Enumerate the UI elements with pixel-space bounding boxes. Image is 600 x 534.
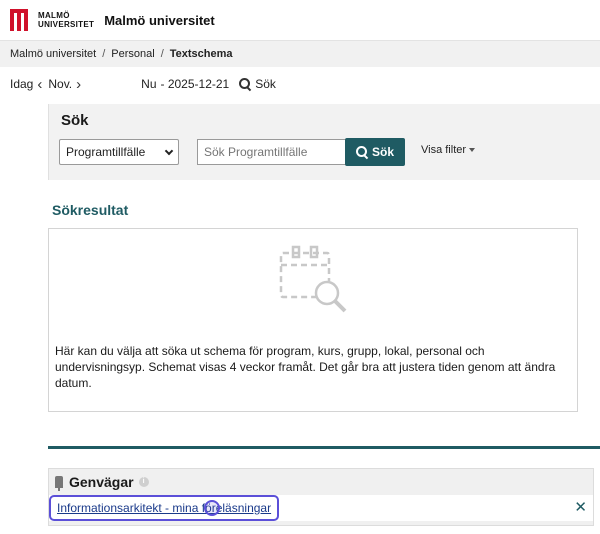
breadcrumb-separator: / <box>102 48 106 60</box>
logo-mark-icon <box>10 8 32 32</box>
shortcuts-heading: Genvägar <box>69 474 134 490</box>
breadcrumb-item-personal[interactable]: Personal <box>111 48 154 60</box>
breadcrumb-separator: / <box>160 48 164 60</box>
results-box: Här kan du välja att söka ut schema för … <box>48 228 578 412</box>
breadcrumb: Malmö universitet / Personal / Textschem… <box>0 40 600 67</box>
month-label: Nov. <box>48 77 73 91</box>
search-type-value: Programtillfälle <box>66 145 146 159</box>
logo-line-2: UNIVERSITET <box>38 20 95 29</box>
current-date[interactable]: - 2025-12-21 <box>161 77 230 91</box>
today-button[interactable]: Idag <box>10 77 33 91</box>
shortcut-link[interactable]: Informationsarkitekt - mina föreläsninga… <box>49 495 280 521</box>
logo-line-1: MALMÖ <box>38 11 70 20</box>
chevron-left-icon[interactable]: ‹ <box>37 76 42 93</box>
search-panel: Sök Programtillfälle Sök Visa filter <box>48 104 600 180</box>
search-toggle-label: Sök <box>255 77 276 91</box>
shortcut-row: Informationsarkitekt - mina föreläsninga… <box>49 495 593 521</box>
results-heading: Sökresultat <box>52 202 129 218</box>
now-button[interactable]: Nu <box>141 77 156 91</box>
search-heading: Sök <box>61 112 89 129</box>
search-button[interactable]: Sök <box>345 138 405 166</box>
logo-text: MALMÖ UNIVERSITET <box>38 11 94 29</box>
section-divider <box>48 446 600 449</box>
show-filter-label: Visa filter <box>421 144 467 156</box>
search-icon <box>239 78 251 90</box>
breadcrumb-item-home[interactable]: Malmö universitet <box>10 48 96 60</box>
search-icon <box>355 146 368 158</box>
show-filter-toggle[interactable]: Visa filter <box>421 144 476 156</box>
shortcuts-panel: Genvägar i Informationsarkitekt - mina f… <box>48 468 594 526</box>
caret-down-icon <box>469 148 476 153</box>
date-navigation: Idag ‹ Nov. › Nu - 2025-12-21 Sök <box>0 68 600 100</box>
site-header: MALMÖ UNIVERSITET Malmö universitet <box>0 0 600 40</box>
breadcrumb-current: Textschema <box>169 48 233 60</box>
site-name[interactable]: Malmö universitet <box>104 13 215 28</box>
info-icon[interactable]: i <box>138 477 149 487</box>
results-info-text: Här kan du välja att söka ut schema för … <box>55 344 556 390</box>
university-logo[interactable]: MALMÖ UNIVERSITET <box>10 8 94 32</box>
search-button-label: Sök <box>371 145 394 159</box>
cursor-indicator <box>204 500 220 516</box>
chevron-down-icon <box>164 146 174 156</box>
pin-icon <box>55 476 63 491</box>
chevron-right-icon[interactable]: › <box>76 76 81 93</box>
shortcuts-title: Genvägar i <box>55 474 149 491</box>
search-toggle[interactable]: Sök <box>239 77 276 91</box>
empty-search-icon <box>279 245 347 313</box>
close-icon[interactable]: ✕ <box>574 498 587 516</box>
search-type-select[interactable]: Programtillfälle <box>59 139 179 165</box>
search-input[interactable] <box>197 139 347 165</box>
